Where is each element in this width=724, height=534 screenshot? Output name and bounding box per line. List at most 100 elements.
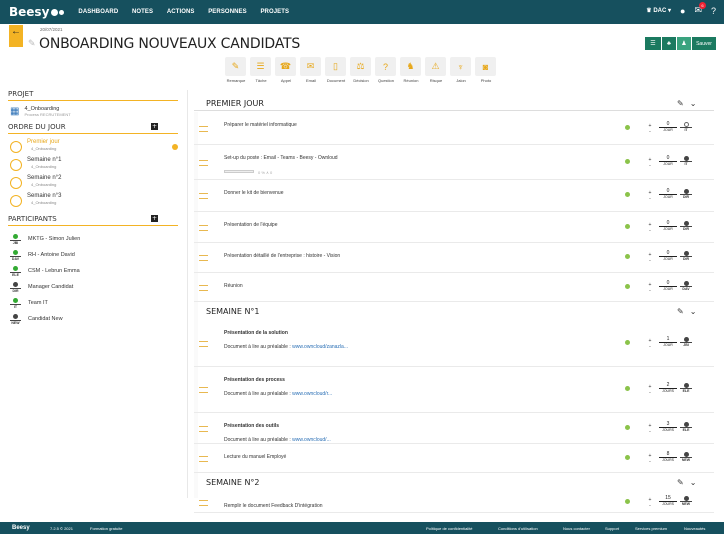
chat-icon[interactable]: ● [680, 6, 685, 16]
chevron-down-icon[interactable]: ⌄ [690, 307, 697, 316]
status-dot[interactable] [625, 254, 630, 259]
duration-stepper[interactable]: + - [647, 123, 653, 135]
participant-item[interactable]: DIR Manager Candidat [10, 279, 178, 295]
tool-photo[interactable]: ◙ Photo [475, 57, 497, 83]
footer-news-link[interactable]: Nouveautés [684, 526, 705, 531]
duration-stepper[interactable]: + - [647, 157, 653, 169]
agenda-row[interactable]: Réunion + - 0 JOUR DAV [194, 273, 714, 302]
beesy-logo[interactable]: Beesy [9, 5, 65, 19]
duration-stepper[interactable]: + - [647, 497, 653, 509]
progress-bar[interactable] [224, 170, 254, 173]
agenda-item[interactable]: Semaine n°3 4_Onboarding [10, 193, 178, 211]
owner-badge[interactable]: DIR [680, 251, 692, 261]
participant-item[interactable]: NEW Candidat New [10, 311, 178, 327]
tool-jalon[interactable]: ♆ Jalon [450, 57, 472, 83]
save-button[interactable]: Sauver [692, 37, 716, 50]
status-dot[interactable] [625, 284, 630, 289]
edit-pencil-icon[interactable]: ✎ [28, 38, 36, 49]
participant-item[interactable]: IT Team IT [10, 295, 178, 311]
footer-contact-link[interactable]: Nous contacter [563, 526, 590, 531]
tool-risque[interactable]: ⚠ Risque [425, 57, 447, 83]
agenda-row[interactable]: Donner le kit de bienvenue + - 0 JOUR DIR [194, 180, 714, 212]
duration-stepper[interactable]: + - [647, 384, 653, 396]
duration-stepper[interactable]: + - [647, 338, 653, 350]
agenda-item[interactable]: Premier jour 4_Onboarding [10, 139, 178, 157]
status-dot[interactable] [625, 125, 630, 130]
duration-stepper[interactable]: + - [647, 282, 653, 294]
owner-badge[interactable]: DIR [680, 189, 692, 199]
owner-badge[interactable]: DIR [680, 221, 692, 231]
document-link[interactable]: www.owncloud/r... [292, 391, 332, 397]
status-dot[interactable] [625, 159, 630, 164]
agenda-item[interactable]: Semaine n°1 4_Onboarding [10, 157, 178, 175]
tool-document[interactable]: ▯ Document [325, 57, 347, 83]
agenda-row[interactable]: Lecture du manuel Employé + - 8 JOURS NEW [194, 444, 714, 473]
footer-terms-link[interactable]: Conditions d'utilisation [498, 526, 538, 531]
status-dot[interactable] [625, 455, 630, 460]
project-link[interactable]: ▦ 4_Onboarding Process RECRUTEMENT [10, 106, 178, 117]
status-dot[interactable] [625, 192, 630, 197]
owner-badge[interactable]: DAV [680, 281, 692, 291]
tool-appel[interactable]: ☎ Appel [275, 57, 297, 83]
agenda-row[interactable]: Présentation des process Document à lire … [194, 367, 714, 413]
user-menu[interactable]: ♛ DAC ▾ [646, 7, 671, 14]
owner-badge[interactable]: ELE [680, 422, 692, 432]
tool-question[interactable]: ? Question [375, 57, 397, 83]
owner-badge[interactable]: JBI [680, 337, 692, 347]
tool-email[interactable]: ✉ Email [300, 57, 322, 83]
help-icon[interactable]: ? [711, 6, 716, 16]
agenda-row[interactable]: Présentation des outils Document à lire a… [194, 413, 714, 444]
agenda-row[interactable]: Présentation détaillé de l'entreprise : … [194, 243, 714, 273]
duration-stepper[interactable]: + - [647, 423, 653, 435]
edit-icon[interactable]: ✎ [677, 307, 684, 316]
duration-stepper[interactable]: + - [647, 453, 653, 465]
status-dot[interactable] [625, 340, 630, 345]
tool-tache[interactable]: ☰ Tâche [250, 57, 272, 83]
footer-privacy-link[interactable]: Politique de confidentialité [426, 526, 472, 531]
agenda-row[interactable]: Remplir le document Feedback D'intégrati… [194, 493, 714, 513]
chevron-down-icon[interactable]: ⌄ [690, 99, 697, 108]
footer-premium-link[interactable]: Services premium [635, 526, 667, 531]
agenda-row[interactable]: Présentation de l'équipe + - 0 JOUR DIR [194, 212, 714, 243]
tool-decision[interactable]: ⚖ Décision [350, 57, 372, 83]
owner-badge[interactable]: ELE [680, 383, 692, 393]
status-dot[interactable] [625, 386, 630, 391]
nav-actions[interactable]: ACTIONS [167, 9, 195, 15]
mindmap-button[interactable]: ♣ [662, 37, 676, 50]
agenda-row[interactable]: Préparer le matériel informatique + - 0 JOUR… [194, 112, 714, 145]
footer-training-link[interactable]: Formation gratuite [90, 526, 122, 531]
status-dot[interactable] [625, 224, 630, 229]
agenda-row[interactable]: Présentation de la solution Document à li… [194, 320, 714, 367]
footer-support-link[interactable]: Support [605, 526, 619, 531]
owner-badge[interactable]: NEW [680, 496, 692, 506]
status-dot[interactable] [625, 499, 630, 504]
status-dot[interactable] [625, 425, 630, 430]
mail-icon[interactable]: ✉ 6 [694, 2, 706, 16]
document-link[interactable]: www.owncloud/zanazla... [292, 344, 348, 350]
participant-item[interactable]: DAV RH - Antoine David [10, 247, 178, 263]
back-button[interactable]: ← [9, 25, 23, 47]
participant-item[interactable]: ELE CSM - Lebrun Emma [10, 263, 178, 279]
participant-item[interactable]: JBI MKTG - Simon Julien [10, 231, 178, 247]
document-link[interactable]: www.owncloud/... [292, 437, 331, 443]
participants-button[interactable]: ♟ [677, 37, 691, 50]
nav-projets[interactable]: PROJETS [260, 9, 289, 15]
edit-icon[interactable]: ✎ [677, 478, 684, 487]
chevron-down-icon[interactable]: ⌄ [690, 478, 697, 487]
tool-remarque[interactable]: ✎ Remarque [225, 57, 247, 83]
tool-reunion[interactable]: ♞ Réunion [400, 57, 422, 83]
add-agenda-button[interactable]: + [151, 123, 158, 130]
duration-stepper[interactable]: + - [647, 252, 653, 264]
duration-stepper[interactable]: + - [647, 190, 653, 202]
agenda-row[interactable]: Set-up du poste : Email - Teams - Beesy … [194, 145, 714, 180]
owner-badge[interactable]: IT [680, 156, 692, 166]
owner-badge[interactable]: IT [680, 122, 692, 132]
nav-dashboard[interactable]: DASHBOARD [78, 9, 118, 15]
nav-notes[interactable]: NOTES [132, 9, 153, 15]
nav-personnes[interactable]: PERSONNES [208, 9, 247, 15]
add-participant-button[interactable]: + [151, 215, 158, 222]
edit-icon[interactable]: ✎ [677, 99, 684, 108]
duration-stepper[interactable]: + - [647, 222, 653, 234]
owner-badge[interactable]: NEW [680, 452, 692, 462]
agenda-item[interactable]: Semaine n°2 4_Onboarding [10, 175, 178, 193]
